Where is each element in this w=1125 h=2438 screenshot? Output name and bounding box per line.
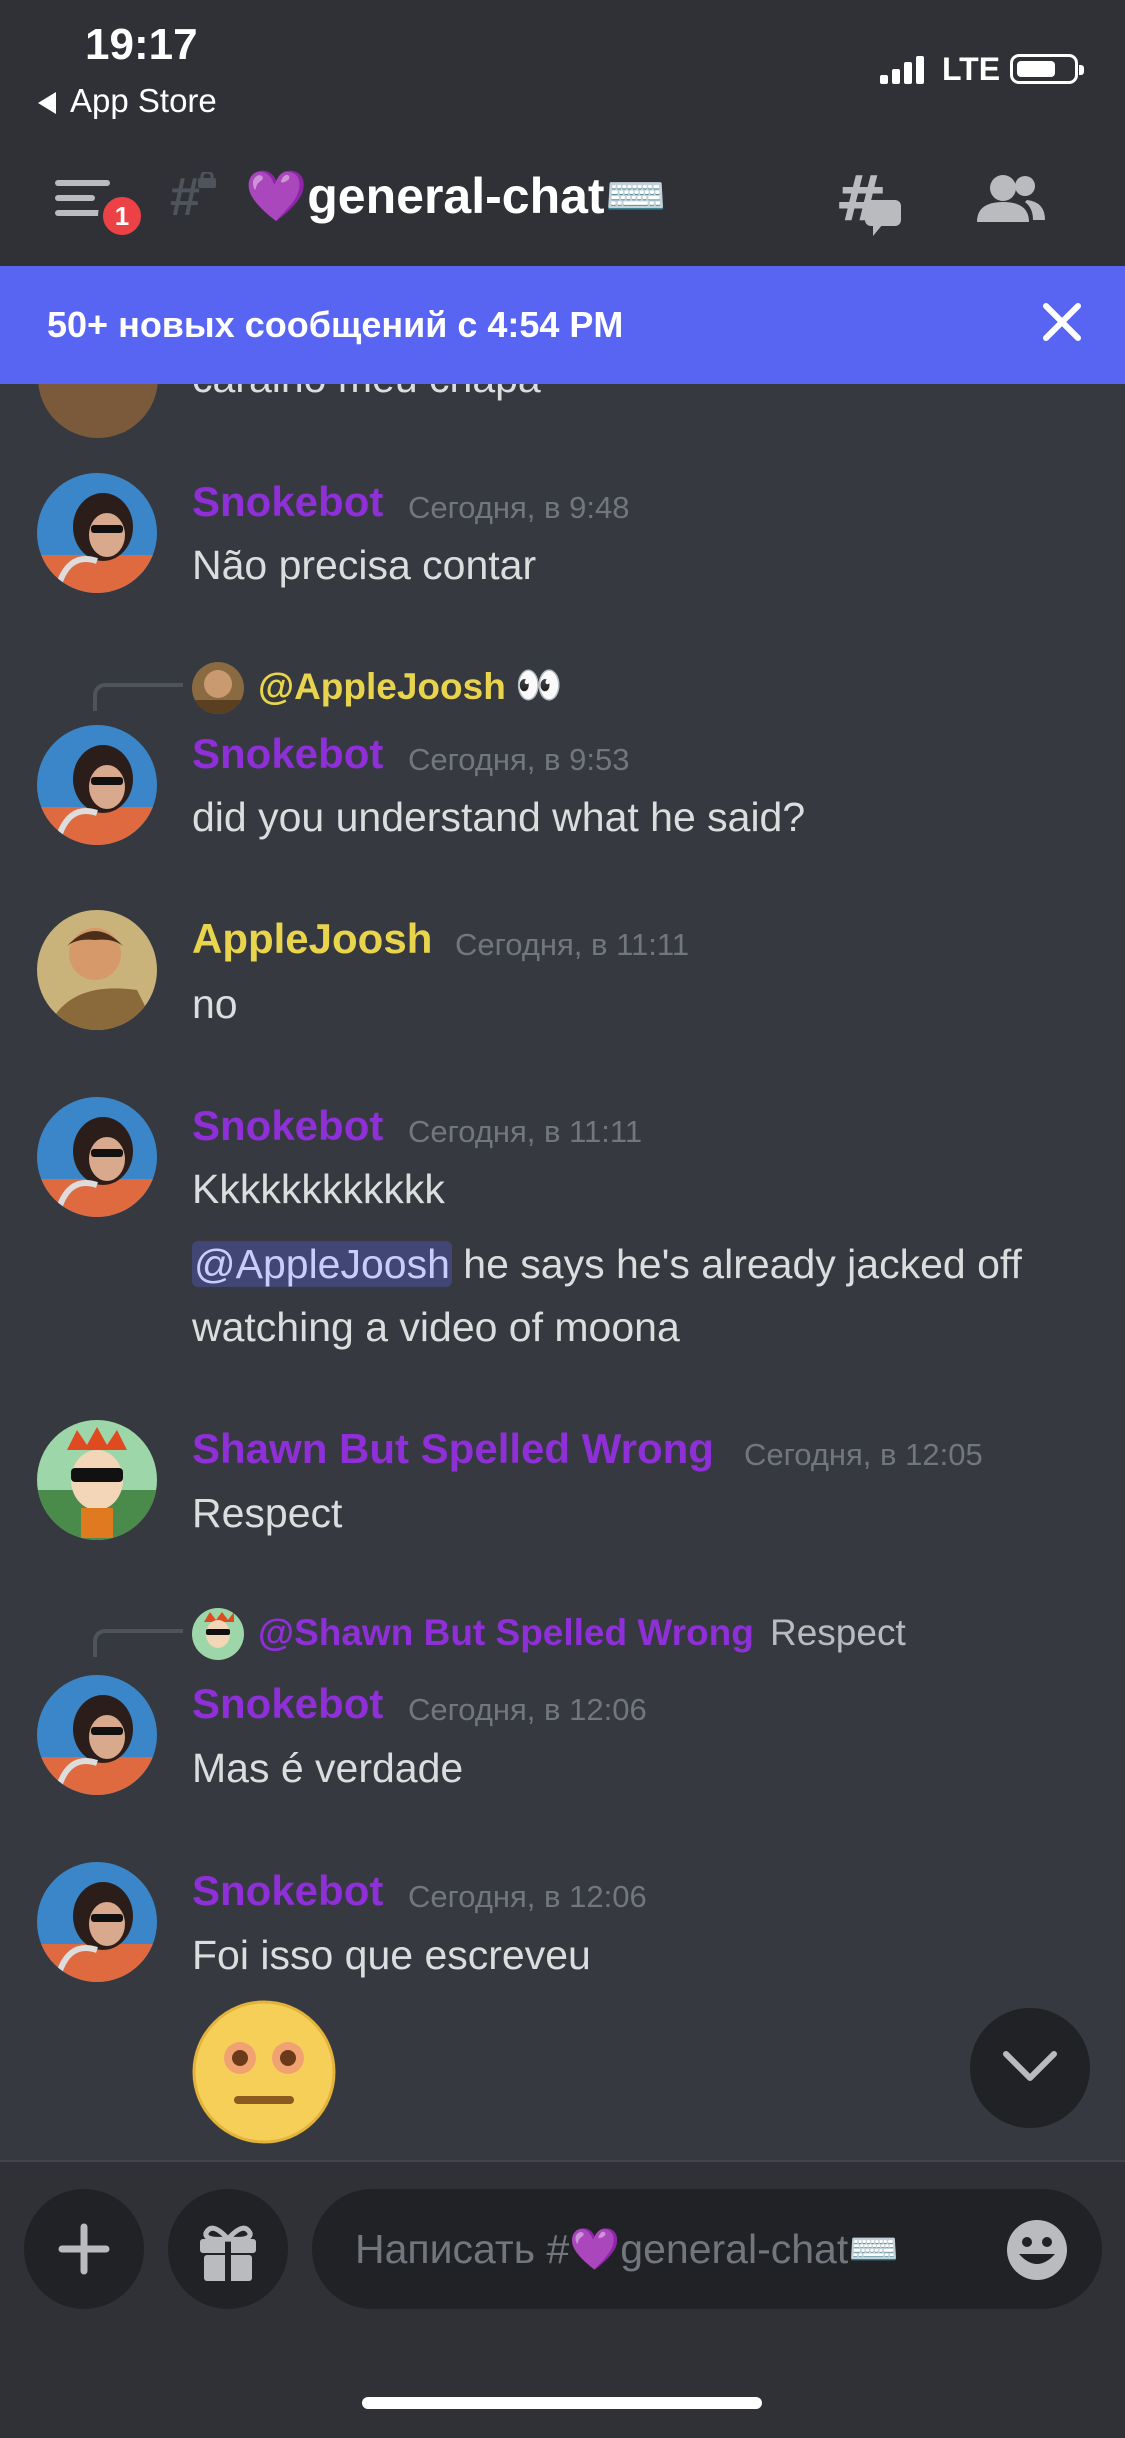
avatar[interactable] <box>37 1097 157 1217</box>
message-text: watching a video of moona <box>192 1304 680 1350</box>
reply-username[interactable]: @Shawn But Spelled Wrong <box>258 1612 754 1654</box>
members-icon[interactable] <box>975 172 1047 232</box>
new-messages-bar[interactable]: 50+ новых сообщений с 4:54 PM <box>0 266 1125 384</box>
user-mention[interactable]: @AppleJoosh <box>192 1241 452 1287</box>
message-text: Mas é verdade <box>192 1745 464 1791</box>
message-username[interactable]: Snokebot <box>192 1102 383 1150</box>
reply-avatar <box>192 1608 244 1660</box>
gift-button[interactable] <box>168 2189 288 2309</box>
avatar[interactable] <box>37 910 157 1030</box>
message-text: did you understand what he said? <box>192 794 806 840</box>
reply-username[interactable]: @AppleJoosh <box>258 666 506 708</box>
message-timestamp: Сегодня, в 12:06 <box>408 1692 647 1727</box>
status-time: 19:17 <box>85 20 198 69</box>
message-text: Respect <box>192 1490 343 1536</box>
message-timestamp: Сегодня, в 9:53 <box>408 742 630 777</box>
message-username[interactable]: Snokebot <box>192 478 383 526</box>
message-timestamp: Сегодня, в 11:11 <box>408 1114 643 1149</box>
avatar[interactable] <box>37 473 157 593</box>
chevron-down-icon <box>1003 2051 1057 2081</box>
notification-badge: 1 <box>98 192 146 240</box>
avatar[interactable] <box>37 1420 157 1540</box>
home-indicator <box>362 2397 762 2409</box>
scroll-to-bottom-button[interactable] <box>970 2008 1090 2128</box>
message-username[interactable]: Shawn But Spelled Wrong <box>192 1425 714 1473</box>
message-timestamp: Сегодня, в 12:05 <box>744 1437 983 1472</box>
message-text: Foi isso que escreveu <box>192 1932 591 1978</box>
reply-text: Respect <box>770 1612 906 1653</box>
message-text: no <box>192 981 238 1027</box>
back-app-label: App Store <box>70 82 217 119</box>
locked-channel-icon: # <box>170 167 201 227</box>
custom-emoji-face[interactable] <box>192 2000 336 2144</box>
message-timestamp: Сегодня, в 11:11 <box>455 927 690 962</box>
lock-icon <box>198 172 216 188</box>
threads-icon[interactable]: # <box>835 168 907 240</box>
message-timestamp: Сегодня, в 9:48 <box>408 490 630 525</box>
battery-icon <box>1010 54 1084 84</box>
reply-text: 👀 <box>515 665 563 707</box>
avatar[interactable] <box>37 725 157 845</box>
network-type: LTE <box>942 51 1001 87</box>
message-username[interactable]: Snokebot <box>192 730 383 778</box>
message-username[interactable]: Snokebot <box>192 1680 383 1728</box>
signal-icon <box>880 56 924 84</box>
back-arrow-icon <box>38 92 56 115</box>
reply-avatar <box>192 662 244 714</box>
message-text: Kkkkkkkkkkkk <box>192 1166 445 1212</box>
reply-connector <box>93 683 183 711</box>
channel-title[interactable]: 💜general-chat⌨️ <box>245 167 667 226</box>
avatar[interactable] <box>37 1675 157 1795</box>
add-attachment-button[interactable] <box>24 2189 144 2309</box>
new-messages-text: 50+ новых сообщений с 4:54 PM <box>47 304 624 345</box>
close-icon[interactable] <box>1040 300 1084 344</box>
message-input-placeholder: Написать #💜general-chat⌨️ <box>355 2226 900 2272</box>
emoji-picker-icon[interactable] <box>1005 2218 1069 2282</box>
message-text-line: @AppleJoosh he says he's already jacked … <box>192 1241 1022 1288</box>
reply-connector <box>93 1629 183 1657</box>
message-username[interactable]: AppleJoosh <box>192 915 432 963</box>
message-username[interactable]: Snokebot <box>192 1867 383 1915</box>
message-timestamp: Сегодня, в 12:06 <box>408 1879 647 1914</box>
plus-icon <box>58 2223 110 2275</box>
message-text: he says he's already jacked off <box>451 1241 1022 1287</box>
back-to-app-link[interactable]: App Store <box>38 82 217 120</box>
gift-icon <box>200 2225 256 2281</box>
avatar[interactable] <box>37 1862 157 1982</box>
message-text: Não precisa contar <box>192 542 537 588</box>
